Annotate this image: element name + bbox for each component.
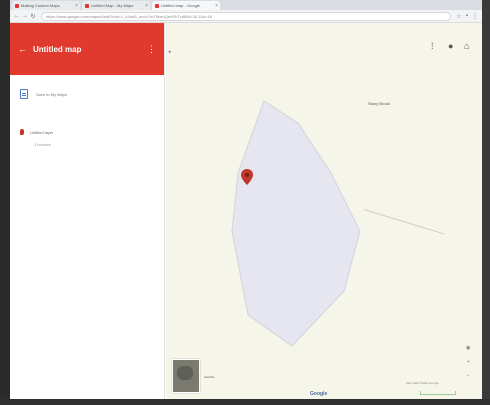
forward-arrow-icon[interactable]: → [21, 13, 29, 19]
layer-pin-icon [20, 129, 24, 135]
drawn-polygon-area[interactable] [231, 100, 361, 347]
save-label: Save to My Maps [36, 91, 67, 97]
grid-menu-icon[interactable]: ⁞ [431, 41, 434, 51]
map-title[interactable]: Untitled map [33, 45, 81, 54]
panel-header: ← Untitled map ⋮ [10, 23, 164, 75]
menu-icon[interactable]: ⋮ [471, 13, 479, 20]
map-canvas[interactable]: ◂ Stony Brook ⁞ ● ⌂ Satellite ◉ + − Goog… [166, 23, 482, 399]
zoom-controls: ◉ + − [466, 341, 470, 383]
back-arrow-icon[interactable]: ← [18, 44, 27, 54]
extension-icon[interactable]: ▪ [463, 13, 471, 19]
tab-favicon-icon [15, 3, 19, 8]
tab-close-icon[interactable]: × [145, 3, 148, 9]
place-label: Stony Brook [368, 101, 390, 106]
zoom-in-button[interactable]: + [466, 355, 470, 369]
address-bar-url: https://www.google.com/maps/d/edit?mid=1… [46, 13, 212, 19]
browser-tab[interactable]: Untitled Map - My Maps × [82, 1, 150, 10]
share-icon[interactable]: ⌂ [464, 41, 469, 51]
reload-icon[interactable]: ↻ [29, 13, 37, 20]
map-overlay-svg [231, 100, 361, 347]
satellite-toggle[interactable] [172, 359, 200, 393]
monitor-bezel-left [0, 0, 10, 405]
browser-tab-strip: Making Custom Maps × Untitled Map - My M… [10, 0, 482, 10]
account-icon[interactable]: ● [448, 41, 453, 51]
tab-close-icon[interactable]: × [75, 3, 78, 9]
monitor-bezel-bottom [0, 399, 490, 405]
more-options-icon[interactable]: ⋮ [147, 44, 156, 55]
star-icon[interactable]: ☆ [455, 13, 463, 20]
tab-favicon-icon [155, 3, 159, 8]
layer-section: Untitled layer 1 location [10, 99, 164, 147]
address-bar[interactable]: https://www.google.com/maps/d/edit?mid=1… [41, 11, 451, 21]
map-side-panel: ← Untitled map ⋮ Save to My Maps Untitle… [10, 23, 165, 399]
my-location-icon[interactable]: ◉ [466, 341, 470, 355]
layer-label: Untitled layer [30, 129, 54, 135]
browser-tab[interactable]: Making Custom Maps × [12, 1, 80, 10]
monitor-bezel-right [482, 0, 490, 405]
tab-close-icon[interactable]: × [215, 3, 218, 9]
save-to-my-maps-button[interactable]: Save to My Maps [10, 75, 164, 99]
browser-tab-active[interactable]: Untitled map - Google × [152, 1, 220, 10]
layer-sub-item[interactable]: 1 location [34, 142, 154, 147]
tab-favicon-icon [85, 3, 89, 8]
satellite-label: Satellite [204, 375, 215, 379]
tab-label: Untitled Map - My Maps [91, 3, 134, 8]
tab-label: Making Custom Maps [21, 3, 60, 8]
browser-toolbar: ← → ↻ https://www.google.com/maps/d/edit… [10, 10, 482, 23]
tab-label: Untitled map - Google [161, 3, 200, 8]
map-scale-bar [420, 391, 456, 395]
map-copyright: Map data ©2016 Google [406, 381, 439, 385]
zoom-out-button[interactable]: − [466, 369, 470, 383]
document-icon [20, 89, 28, 99]
layer-item[interactable]: Untitled layer [20, 129, 154, 135]
google-logo: Google [310, 391, 328, 397]
back-arrow-icon[interactable]: ← [13, 13, 21, 19]
